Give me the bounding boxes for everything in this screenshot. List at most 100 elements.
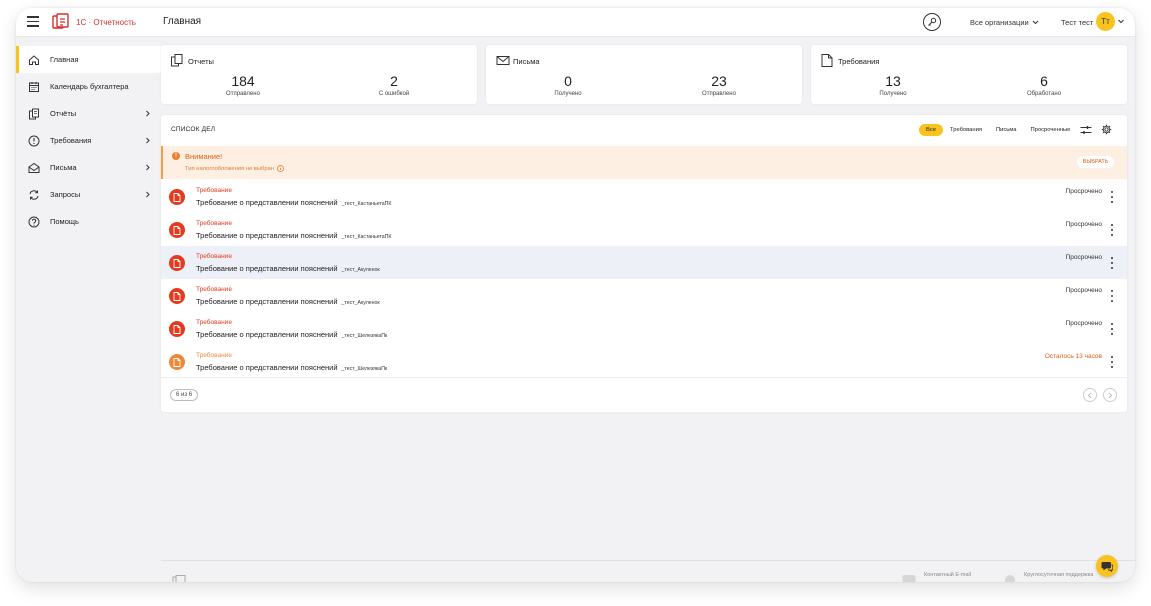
received-count[interactable]: 13	[853, 73, 933, 89]
processed-label: Обработано	[1026, 91, 1062, 97]
demand-status-icon	[169, 354, 185, 370]
gear-icon[interactable]	[1101, 124, 1112, 135]
task-status: Просрочено	[1065, 254, 1102, 261]
letters-card[interactable]: Письма 0 Получено 23 Отправлено	[486, 45, 802, 104]
sidebar-item-requests[interactable]: Запросы	[16, 181, 161, 208]
sidebar-item-help[interactable]: Помощь	[16, 208, 161, 235]
filter-settings-icon[interactable]	[1080, 125, 1092, 135]
demand-status-icon	[169, 255, 185, 271]
received-label: Получено	[554, 91, 582, 97]
document-icon	[173, 258, 181, 268]
demand-status-icon	[169, 222, 185, 238]
reports-card[interactable]: Отчеты 184 Отправлено 2 С ошибкой	[161, 45, 477, 104]
warning-icon: !	[172, 152, 180, 160]
card-title: Письма	[513, 57, 540, 66]
received-count[interactable]: 0	[528, 73, 608, 89]
task-list-footer: 6 из 6	[161, 377, 1127, 412]
sent-count[interactable]: 184	[203, 73, 283, 89]
more-options-icon[interactable]	[1111, 224, 1114, 236]
error-count[interactable]: 2	[354, 73, 434, 89]
mail-icon	[496, 56, 510, 65]
more-options-icon[interactable]	[1111, 290, 1114, 302]
filter-demands[interactable]: Требования	[943, 124, 989, 136]
more-options-icon[interactable]	[1111, 323, 1114, 335]
alert-title: Внимание!	[185, 152, 223, 161]
prev-page-button[interactable]	[1083, 388, 1097, 402]
support-contact[interactable]: Круглосуточная поддержка	[1004, 572, 1093, 582]
task-type: Требование	[196, 253, 232, 260]
key-button[interactable]	[923, 13, 941, 31]
task-type: Требование	[196, 352, 232, 359]
task-list: СПИСОК ДЕЛ Все Требования Письма Просроч…	[161, 115, 1127, 412]
filter-letters[interactable]: Письма	[989, 124, 1024, 136]
sidebar-item-label: Главная	[50, 55, 79, 64]
task-organization: _тест_КастаньетаПК	[341, 234, 392, 240]
more-options-icon[interactable]	[1111, 257, 1114, 269]
home-icon	[29, 54, 39, 65]
task-title-text: Требование о представлении пояснений	[196, 264, 338, 273]
chevron-right-icon	[146, 110, 150, 117]
chevron-down-icon[interactable]	[1117, 17, 1125, 25]
menu-icon[interactable]	[27, 16, 39, 28]
sidebar-item-calendar[interactable]: Календарь бухгалтера	[16, 73, 161, 100]
processed-count[interactable]: 6	[1004, 73, 1084, 89]
task-title: Требование о представлении пояснений _тес…	[196, 297, 380, 306]
logo-icon	[52, 13, 69, 29]
chevron-right-icon	[146, 164, 150, 171]
document-icon	[173, 357, 181, 367]
sidebar-item-letters[interactable]: Письма	[16, 154, 161, 181]
task-row[interactable]: Требование Требование о представлении поя…	[161, 345, 1127, 378]
chevron-down-icon	[1032, 20, 1039, 25]
task-organization: _тест_КастаньетаПК	[341, 201, 392, 207]
sync-icon	[29, 189, 39, 200]
task-type: Требование	[196, 220, 232, 227]
sidebar-item-label: Письма	[50, 163, 77, 172]
chat-button[interactable]	[1096, 555, 1118, 577]
organization-select[interactable]: Все организации	[970, 18, 1039, 27]
task-row[interactable]: Требование Требование о представлении поя…	[161, 213, 1127, 246]
more-options-icon[interactable]	[1111, 356, 1114, 368]
top-bar: 1С · Отчетность Главная Все организации …	[16, 8, 1135, 37]
filter-all[interactable]: Все	[919, 124, 943, 136]
info-icon[interactable]	[277, 165, 284, 172]
task-row[interactable]: Требование Требование о представлении поя…	[161, 180, 1127, 213]
sidebar-item-label: Отчёты	[50, 109, 77, 118]
reports-icon	[29, 108, 39, 119]
task-organization: _тест_Акуленок	[341, 267, 380, 273]
choose-button[interactable]: ВЫБРАТЬ	[1077, 156, 1114, 168]
task-type: Требование	[196, 187, 232, 194]
task-title: Требование о представлении пояснений _тес…	[196, 198, 391, 207]
filter-overdue[interactable]: Просроченные	[1024, 124, 1078, 136]
alert-subtitle: Тип налогообложения не выбран	[185, 165, 284, 172]
demands-card[interactable]: Требования 13 Получено 6 Обработано	[811, 45, 1127, 104]
avatar[interactable]: Тт	[1096, 12, 1115, 31]
demand-status-icon	[169, 189, 185, 205]
task-row[interactable]: Требование Требование о представлении поя…	[161, 312, 1127, 345]
task-status: Осталось 13 часов	[1044, 353, 1102, 360]
more-options-icon[interactable]	[1111, 191, 1114, 203]
sidebar-item-reports[interactable]: Отчёты	[16, 100, 161, 127]
task-status: Просрочено	[1065, 287, 1102, 294]
sidebar-item-label: Требования	[50, 136, 92, 145]
reports-icon	[172, 575, 186, 582]
sidebar-item-label: Помощь	[50, 217, 79, 226]
task-row[interactable]: Требование Требование о представлении поя…	[161, 246, 1127, 279]
task-status: Просрочено	[1065, 221, 1102, 228]
next-page-button[interactable]	[1103, 388, 1117, 402]
help-icon	[28, 216, 40, 227]
calendar-icon	[29, 81, 39, 92]
email-contact[interactable]: Контактный E-mail	[902, 572, 971, 582]
task-title: Требование о представлении пояснений _тес…	[196, 330, 387, 339]
task-status: Просрочено	[1065, 188, 1102, 195]
sidebar-item-home[interactable]: Главная	[16, 46, 161, 73]
task-row[interactable]: Требование Требование о представлении поя…	[161, 279, 1127, 312]
demand-status-icon	[169, 288, 185, 304]
phone-icon	[1005, 575, 1015, 582]
sidebar-item-demands[interactable]: Требования	[16, 127, 161, 154]
sent-label: Отправлено	[226, 91, 260, 97]
user-name[interactable]: Тест тест	[1061, 18, 1093, 27]
chevron-left-icon	[1087, 392, 1092, 398]
brand-name[interactable]: 1С · Отчетность	[76, 18, 136, 27]
sent-count[interactable]: 23	[679, 73, 759, 89]
chevron-right-icon	[146, 137, 150, 144]
